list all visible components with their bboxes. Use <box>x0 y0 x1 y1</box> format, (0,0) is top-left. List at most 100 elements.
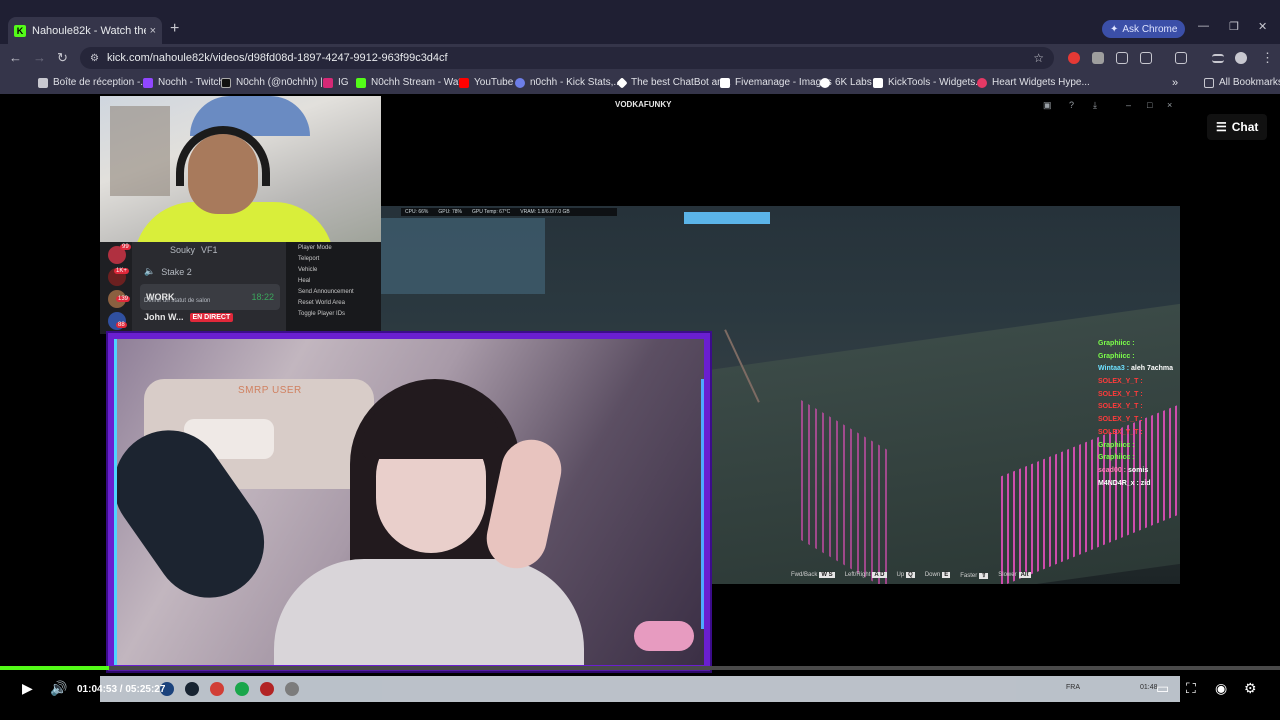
bookmark-10[interactable]: 6K Labs <box>820 77 872 88</box>
more-bookmarks-icon[interactable]: » <box>1172 77 1178 89</box>
chat-username: SOLEX_Y_T : <box>1098 403 1143 411</box>
voice-channel[interactable]: 🔈 Stake 2 <box>144 266 192 277</box>
cast-icon[interactable] <box>1175 52 1187 64</box>
neon-border <box>114 339 117 665</box>
bookmark-8[interactable]: The best ChatBot an... <box>616 76 731 89</box>
keybind: Slower Alt <box>998 572 1031 578</box>
pip-icon[interactable]: ▣ <box>1043 100 1052 111</box>
chat-username: SOLEX_Y_T : <box>1098 416 1143 424</box>
bookmark-4[interactable]: IG <box>323 77 349 88</box>
chat-message: somis <box>1126 466 1149 474</box>
menu-item[interactable]: Teleport <box>286 253 381 264</box>
min-icon[interactable]: – <box>1126 100 1131 110</box>
ingame-chat-line: SOLEX_Y_T : <box>1098 401 1188 414</box>
tray-clock: 01:48 <box>1140 684 1158 691</box>
profile-avatar[interactable] <box>1235 52 1247 64</box>
folder-icon <box>1204 77 1214 88</box>
kick-stats-icon <box>515 77 525 88</box>
performance-hud: CPU: 66% GPU: 78% GPU Temp: 67°C VRAM: 1… <box>401 208 617 216</box>
menu-item[interactable]: Heal <box>286 275 381 286</box>
ingame-chat-line: Graphiicc : <box>1098 452 1188 465</box>
ingame-chat-line: Graphiicc : <box>1098 440 1188 453</box>
windows-taskbar: FRA 01:48 <box>100 676 1180 702</box>
ingame-chat-line: Graphiicc : <box>1098 351 1188 364</box>
back-icon[interactable]: ← <box>9 50 22 65</box>
all-bookmarks[interactable]: All Bookmarks <box>1204 77 1280 88</box>
bookmark-1[interactable]: Boîte de réception -... <box>38 77 149 88</box>
site-info-icon[interactable]: ⚙ <box>90 53 99 64</box>
reload-icon[interactable]: ↻ <box>57 50 68 66</box>
play-icon[interactable]: ▶ <box>22 680 33 697</box>
bookmark-7[interactable]: n0chh - Kick Stats,... <box>515 77 622 88</box>
puzzle-icon[interactable] <box>1140 52 1152 64</box>
new-tab-button[interactable]: + <box>170 20 179 38</box>
chatbot-icon <box>616 76 628 89</box>
url-text: kick.com/nahoule82k/videos/d98fd08d-1897… <box>106 52 448 64</box>
ingame-chat-line: SOLEX_Y_T : <box>1098 376 1188 389</box>
settings-app-icon <box>285 682 299 696</box>
tab-close-icon[interactable]: × <box>150 25 156 37</box>
chat-toggle-button[interactable]: ☰ Chat <box>1207 114 1268 140</box>
bookmark-star-icon[interactable]: ☆ <box>1033 51 1044 65</box>
menu-dots-icon[interactable]: ⋮ <box>1261 50 1274 66</box>
kick-icon <box>356 77 366 88</box>
minimize-icon[interactable]: — <box>1198 20 1209 32</box>
menu-item[interactable]: Toggle Player IDs <box>286 308 381 319</box>
time-display: 01:04:53 / 05:25:27 <box>77 684 166 695</box>
menu-item[interactable]: Vehicle <box>286 264 381 275</box>
ask-chrome-button[interactable]: ✦ Ask Chrome <box>1102 20 1186 38</box>
reading-list-icon[interactable] <box>1212 54 1224 63</box>
extension-red-icon[interactable] <box>1068 52 1080 64</box>
menu-item[interactable]: Player Mode <box>286 242 381 253</box>
menu-item[interactable]: Reset World Area <box>286 297 381 308</box>
ingame-chat-line: SOLEX_Y_T : <box>1098 389 1188 402</box>
chat-username: SOLEX_Y_T : <box>1098 428 1143 436</box>
bookmark-9[interactable]: Fivemanage - Images <box>720 77 832 88</box>
keybind: Down E <box>924 572 951 578</box>
close-window-icon[interactable]: ✕ <box>1258 20 1267 33</box>
unread-badge: 139 <box>116 296 131 302</box>
keybind: Left/Right A D <box>844 572 887 578</box>
bookmark-6[interactable]: YouTube <box>459 77 513 88</box>
keybind: Up Q <box>896 572 915 578</box>
sweater <box>274 559 584 665</box>
plush-toy <box>634 621 694 651</box>
help-icon[interactable]: ? <box>1069 100 1074 110</box>
bookmark-5[interactable]: N0chh Stream - Wat... <box>356 77 470 88</box>
extension-gray-icon[interactable] <box>1092 52 1104 64</box>
bookmarks-bar: Boîte de réception -... Nochh - Twitch N… <box>0 72 1280 94</box>
admin-menu: Player Mode Teleport Vehicle Heal Send A… <box>286 242 381 334</box>
theater-mode-icon[interactable]: ▭ <box>1156 680 1169 697</box>
fullscreen-icon[interactable]: ⛶ <box>1186 680 1196 697</box>
tiktok-icon <box>221 77 231 88</box>
bookmark-2[interactable]: Nochh - Twitch <box>143 77 224 88</box>
unread-badge: 99 <box>120 244 131 250</box>
voice-member: Souky VF1 <box>170 245 218 255</box>
extension-icon[interactable] <box>1116 52 1128 64</box>
bookmark-11[interactable]: KickTools - Widgets... <box>873 77 984 88</box>
settings-gear-icon[interactable]: ⚙ <box>1244 680 1257 697</box>
voice-channel-active[interactable]: WORK 18:22 <box>140 284 280 310</box>
max-icon[interactable]: □ <box>1147 100 1152 110</box>
tray-lang: FRA <box>1066 684 1080 691</box>
player-controls: FRA 01:48 ▶ 🔊 01:04:53 / 05:25:27 ▭ ⛶ ◉ … <box>0 670 1280 720</box>
bookmark-12[interactable]: Heart Widgets Hype... <box>977 77 1090 88</box>
menu-item[interactable]: Send Announcement <box>286 286 381 297</box>
close-icon[interactable]: × <box>1167 100 1172 110</box>
sparkle-icon: ✦ <box>1110 23 1119 35</box>
shelf <box>110 106 170 196</box>
forward-icon[interactable]: → <box>33 50 46 65</box>
browser-tab[interactable]: K Nahoule82k - Watch the VOD o × <box>8 17 162 44</box>
chat-username: Wintaa3 : <box>1098 365 1130 373</box>
address-bar[interactable]: ⚙ kick.com/nahoule82k/videos/d98fd08d-18… <box>80 47 1054 69</box>
youtube-icon <box>459 77 469 88</box>
restore-icon[interactable]: ❐ <box>1229 20 1239 33</box>
keybind: Faster ⇧ <box>960 573 989 579</box>
channel-status: Définir un statut de salon <box>144 298 211 304</box>
volume-icon[interactable]: 🔊 <box>50 680 67 697</box>
ask-chrome-label: Ask Chrome <box>1122 23 1178 35</box>
chat-username: SOLEX_Y_T : <box>1098 378 1143 386</box>
clip-icon[interactable]: ◉ <box>1215 680 1227 697</box>
bookmark-3[interactable]: N0chh (@n0chhh) |... <box>221 77 331 88</box>
download-icon[interactable]: ⤓ <box>1093 100 1097 111</box>
